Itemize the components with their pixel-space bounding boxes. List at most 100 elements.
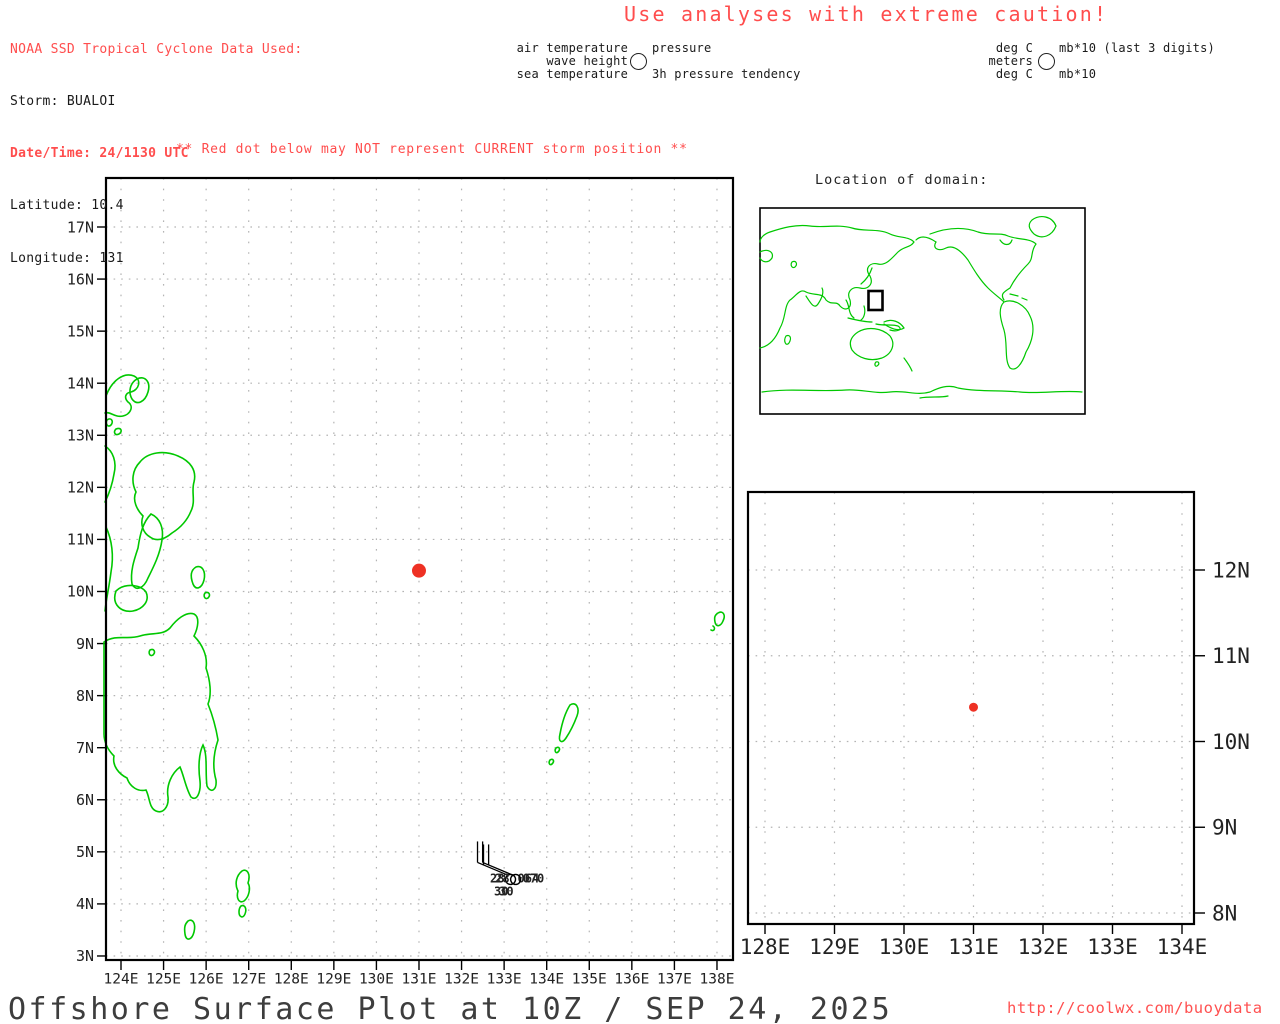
lon-tick-label: 130E: [359, 972, 394, 988]
world-coastline: [919, 395, 949, 399]
lon-tick-label: 128E: [274, 972, 309, 988]
station-pressure: 070: [523, 871, 545, 885]
coastline: [148, 648, 156, 657]
world-map: [759, 207, 1086, 415]
world-coastline: [759, 249, 773, 263]
lon-tick-label: 138E: [700, 972, 735, 988]
lon-tick-label: 128E: [740, 935, 791, 959]
station-air-temp: 28: [495, 871, 509, 885]
lon-tick-label: 132E: [444, 972, 479, 988]
lon-tick-label: 133E: [487, 972, 522, 988]
lat-tick-label: 3N: [76, 947, 94, 965]
lat-tick-label: 8N: [76, 687, 94, 705]
lat-tick-label: 4N: [76, 895, 94, 913]
coastline: [710, 625, 716, 632]
storm-position-dot: [411, 563, 426, 578]
world-coastline: [860, 305, 866, 321]
legend-sea-temperature-label: sea temperature: [516, 67, 628, 81]
storm-position-warning: ** Red dot below may NOT represent CURRE…: [176, 142, 688, 157]
station-plot: 28 070 30: [481, 841, 545, 898]
lat-tick-label: 15N: [67, 322, 94, 340]
world-coastline: [847, 317, 873, 323]
world-coastline: [784, 334, 792, 345]
legend-unit-tendency: mb*10: [1059, 67, 1097, 81]
lon-tick-label: 136E: [614, 972, 649, 988]
world-coastline: [849, 327, 894, 361]
legend-unit-air: deg C: [995, 41, 1033, 55]
coastline: [558, 703, 579, 743]
world-coastline: [915, 236, 1005, 303]
lon-tick-label: 126E: [189, 972, 224, 988]
lat-tick-label: 8N: [1212, 901, 1237, 925]
coastline: [103, 612, 219, 813]
lon-tick-label: 131E: [402, 972, 437, 988]
legend-air-temperature-label: air temperature: [516, 41, 628, 55]
lat-tick-label: 6N: [76, 791, 94, 809]
legend-unit-pressure: mb*10 (last 3 digits): [1059, 41, 1215, 55]
coastline: [554, 746, 561, 754]
lon-tick-label: 131E: [948, 935, 999, 959]
lon-tick-label: 125E: [146, 972, 181, 988]
world-coastline: [759, 224, 915, 349]
lon-tick-label: 127E: [231, 972, 266, 988]
world-coastline: [874, 361, 880, 367]
lon-tick-label: 134E: [1157, 935, 1208, 959]
lat-tick-label: 9N: [76, 635, 94, 653]
lat-tick-label: 13N: [67, 427, 94, 445]
inset-map-title: Location of domain:: [815, 172, 989, 188]
lon-tick-label: 130E: [879, 935, 930, 959]
world-coastline: [761, 385, 1083, 395]
page-title: Offshore Surface Plot at 10Z / SEP 24, 2…: [8, 992, 893, 1024]
legend-unit-wave: meters: [988, 54, 1033, 68]
legend-unit-sea: deg C: [995, 67, 1033, 81]
lat-tick-label: 12N: [1212, 558, 1250, 582]
lon-tick-label: 132E: [1018, 935, 1069, 959]
world-coastline: [1028, 216, 1057, 238]
world-map-border: [759, 207, 1086, 415]
world-coastline: [999, 300, 1034, 370]
world-coastline: [1009, 293, 1028, 301]
coastline: [105, 418, 114, 427]
legend-pressure-tendency-label: 3h pressure tendency: [652, 67, 801, 81]
zoom-map: 128E 129E 130E 131E 132E 133E 134E 12N 11N 10N 9N 8…: [740, 490, 1250, 959]
domain-location-box: [867, 289, 884, 312]
storm-position-dot: [969, 702, 978, 712]
lat-tick-label: 11N: [67, 531, 94, 549]
coastline: [713, 611, 725, 627]
source-url: http://coolwx.com/buoydata: [1007, 999, 1263, 1017]
lat-tick-label: 10N: [1212, 730, 1250, 754]
lat-tick-label: 14N: [67, 374, 94, 392]
lon-tick-label: 135E: [572, 972, 607, 988]
info-source-line: NOAA SSD Tropical Cyclone Data Used:: [10, 41, 303, 57]
lon-tick-label: 134E: [529, 972, 564, 988]
world-coastline: [790, 260, 798, 269]
lat-tick-label: 12N: [67, 479, 94, 497]
coastline: [183, 919, 196, 940]
coastline: [190, 565, 206, 589]
info-storm-name: Storm: BUALOI: [10, 94, 116, 110]
world-coastline: [903, 357, 913, 372]
legend-station-circle-icon: [630, 53, 647, 70]
world-coastline: [929, 227, 1037, 301]
world-coastline: [805, 287, 824, 307]
coastline: [548, 758, 555, 766]
buoy-plot-page: 124E 125E 126E 127E 128E 129E 130E 131E 132E 133E…: [0, 0, 1280, 1024]
legend-pressure-label: pressure: [652, 41, 712, 55]
info-longitude: Longitude: 131: [10, 250, 124, 266]
coastline: [238, 904, 247, 918]
lon-tick-label: 129E: [809, 935, 860, 959]
world-coastline: [999, 239, 1013, 246]
legend-units-station-circle-icon: [1038, 53, 1055, 70]
lat-tick-label: 5N: [76, 843, 94, 861]
coastline: [130, 513, 164, 590]
lon-tick-label: 137E: [657, 972, 692, 988]
legend-wave-height-label: wave height: [546, 54, 628, 68]
coastline: [113, 427, 122, 436]
coastline: [203, 591, 211, 600]
coastline: [235, 869, 251, 903]
lat-tick-label: 11N: [1212, 644, 1250, 668]
lon-tick-label: 133E: [1087, 935, 1138, 959]
caution-heading: Use analyses with extreme caution!: [624, 2, 1109, 26]
lon-tick-label: 124E: [104, 972, 139, 988]
coastline: [114, 584, 148, 613]
